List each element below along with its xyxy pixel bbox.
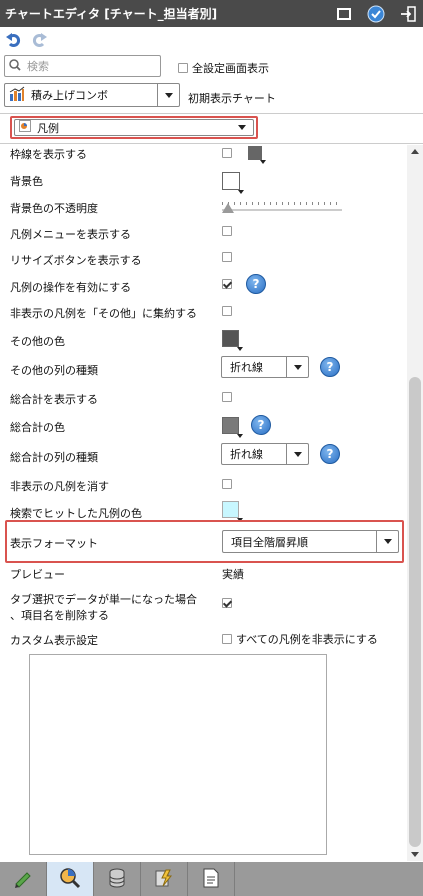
aggregate-hidden-label: 非表示の凡例を「その他」に集約する xyxy=(10,307,197,320)
clear-hidden-checkbox[interactable] xyxy=(222,479,232,489)
tab-select-label-line1: タブ選択でデータが単一になった場合 xyxy=(10,593,197,606)
bg-color-picker[interactable] xyxy=(222,172,244,194)
tab-chart-settings[interactable] xyxy=(47,862,94,896)
chart-type-select[interactable]: 積み上げコンボ xyxy=(4,83,180,107)
aggregate-hidden-checkbox[interactable] xyxy=(222,306,232,316)
window-title: チャートエディタ [チャート_担当者別] xyxy=(5,7,218,21)
help-icon[interactable]: ? xyxy=(320,357,340,377)
other-series-type-label: その他の列の種類 xyxy=(10,364,98,377)
hide-all-legends-checkbox[interactable] xyxy=(222,634,232,644)
bg-color-label: 背景色 xyxy=(10,175,43,188)
undo-icon[interactable] xyxy=(6,33,22,50)
other-color-picker[interactable] xyxy=(222,330,243,351)
display-format-select[interactable]: 項目全階層昇順 xyxy=(222,530,399,553)
show-resize-button-checkbox[interactable] xyxy=(222,252,232,262)
category-select[interactable]: 凡例 xyxy=(14,119,254,136)
database-icon xyxy=(108,868,126,891)
search-input[interactable]: 検索 xyxy=(4,55,161,77)
display-format-value: 項目全階層昇順 xyxy=(231,535,308,549)
preview-label: プレビュー xyxy=(10,568,65,581)
scrollbar-thumb[interactable] xyxy=(409,377,421,847)
hide-all-legends-label: すべての凡例を非表示にする xyxy=(236,633,378,646)
other-series-type-value: 折れ線 xyxy=(230,361,263,374)
search-hit-color-label: 検索でヒットした凡例の色 xyxy=(10,507,142,520)
tab-action[interactable] xyxy=(141,862,188,896)
confirm-icon[interactable] xyxy=(367,5,385,23)
lightning-icon xyxy=(154,868,174,891)
border-color-picker[interactable] xyxy=(248,146,266,164)
exit-icon[interactable] xyxy=(399,5,417,23)
show-border-checkbox[interactable] xyxy=(222,148,232,158)
other-series-type-select[interactable]: 折れ線 xyxy=(221,356,309,378)
hide-all-legends-toggle[interactable]: すべての凡例を非表示にする xyxy=(222,631,378,647)
slider-handle[interactable] xyxy=(222,203,234,213)
search-hit-color-picker[interactable] xyxy=(222,501,243,522)
undo-toolbar xyxy=(0,27,423,54)
show-legend-menu-checkbox[interactable] xyxy=(222,226,232,236)
show-border-label: 枠線を表示する xyxy=(10,148,87,161)
chevron-down-icon[interactable] xyxy=(286,357,308,377)
scrollbar[interactable] xyxy=(407,145,423,861)
maximize-icon[interactable] xyxy=(335,5,353,23)
chevron-down-icon[interactable] xyxy=(286,444,308,464)
pencil-icon xyxy=(13,868,33,891)
custom-display-list[interactable] xyxy=(29,654,327,855)
initial-chart-label: 初期表示チャート xyxy=(188,92,276,105)
total-series-type-value: 折れ線 xyxy=(230,448,263,461)
full-settings-toggle[interactable]: 全設定画面表示 xyxy=(178,60,269,76)
scroll-up-icon[interactable] xyxy=(411,149,419,154)
divider xyxy=(0,113,423,114)
total-color-picker[interactable] xyxy=(222,416,243,438)
scroll-down-icon[interactable] xyxy=(411,852,419,857)
custom-display-label: カスタム表示設定 xyxy=(10,634,98,647)
redo-icon[interactable] xyxy=(31,33,47,50)
category-value: 凡例 xyxy=(37,121,59,135)
bg-opacity-slider[interactable] xyxy=(222,202,342,215)
clear-hidden-label: 非表示の凡例を消す xyxy=(10,480,109,493)
tab-edit[interactable] xyxy=(0,862,47,896)
document-icon xyxy=(203,868,219,891)
divider xyxy=(0,143,423,144)
bottom-tab-bar xyxy=(0,862,423,896)
show-total-label: 総合計を表示する xyxy=(10,393,98,406)
total-color-label: 総合計の色 xyxy=(10,421,65,434)
tab-select-label-line2: 、項目名を削除する xyxy=(10,609,109,622)
tab-data[interactable] xyxy=(94,862,141,896)
total-series-type-select[interactable]: 折れ線 xyxy=(221,443,309,465)
display-format-label: 表示フォーマット xyxy=(10,537,98,550)
enable-legend-ops-checkbox[interactable] xyxy=(222,279,232,289)
enable-legend-ops-label: 凡例の操作を有効にする xyxy=(10,281,132,294)
tab-select-checkbox[interactable] xyxy=(222,598,232,608)
stacked-combo-icon xyxy=(9,86,25,105)
show-legend-menu-label: 凡例メニューを表示する xyxy=(10,228,131,241)
chart-type-value: 積み上げコンボ xyxy=(31,89,108,102)
full-settings-checkbox[interactable] xyxy=(178,63,188,73)
full-settings-label: 全設定画面表示 xyxy=(192,62,269,75)
chevron-down-icon[interactable] xyxy=(376,531,398,552)
help-icon[interactable]: ? xyxy=(246,274,266,294)
legend-icon xyxy=(19,120,31,135)
search-icon xyxy=(9,58,21,74)
title-bar: チャートエディタ [チャート_担当者別] xyxy=(0,0,423,27)
chevron-down-icon[interactable] xyxy=(157,84,179,106)
search-placeholder: 検索 xyxy=(27,60,49,73)
total-series-type-label: 総合計の列の種類 xyxy=(10,451,98,464)
show-resize-button-label: リサイズボタンを表示する xyxy=(10,254,142,267)
chevron-down-icon[interactable] xyxy=(231,120,253,135)
help-icon[interactable]: ? xyxy=(320,444,340,464)
show-total-checkbox[interactable] xyxy=(222,392,232,402)
other-color-label: その他の色 xyxy=(10,335,65,348)
help-icon[interactable]: ? xyxy=(251,415,271,435)
preview-value: 実績 xyxy=(222,568,244,581)
bg-opacity-label: 背景色の不透明度 xyxy=(10,202,98,215)
chart-search-icon xyxy=(59,867,81,892)
tab-document[interactable] xyxy=(188,862,235,896)
